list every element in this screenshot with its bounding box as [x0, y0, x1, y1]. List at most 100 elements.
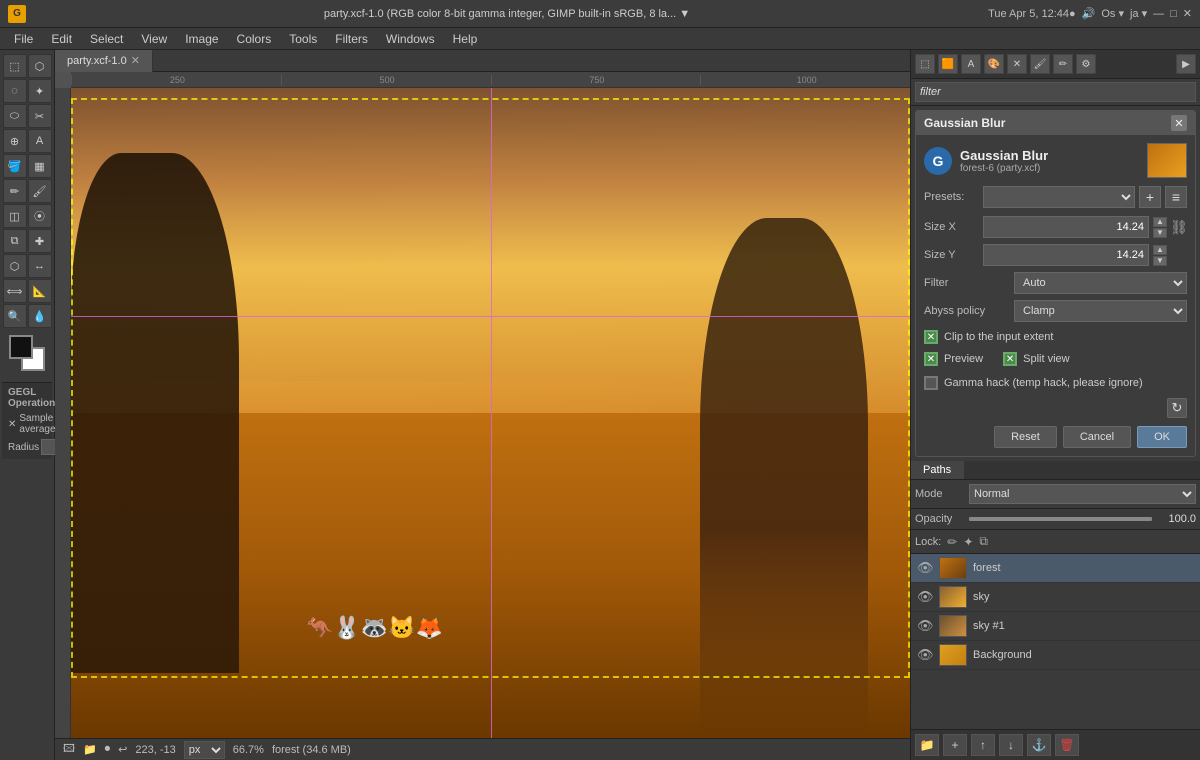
user-label[interactable]: ja ▾	[1130, 7, 1147, 20]
presets-select[interactable]	[983, 186, 1135, 208]
size-x-down[interactable]: ▼	[1153, 228, 1167, 238]
strip-icon-5[interactable]: ✕	[1007, 54, 1027, 74]
tool-zoom[interactable]: 🔍	[3, 304, 27, 328]
tool-rect-select[interactable]: ⬚	[3, 54, 27, 78]
size-x-input[interactable]	[983, 216, 1149, 238]
tool-blend[interactable]: ▦	[28, 154, 52, 178]
refresh-button[interactable]: ↻	[1167, 398, 1187, 418]
strip-icon-6[interactable]: 🖌	[1030, 54, 1050, 74]
tool-flip[interactable]: ⟺	[3, 279, 27, 303]
layer-visibility-toggle[interactable]: 👁	[917, 618, 933, 634]
tool-eraser[interactable]: ◫	[3, 204, 27, 228]
reset-button[interactable]: Reset	[994, 426, 1057, 448]
size-chain[interactable]: ⛓	[1171, 219, 1187, 236]
menu-help[interactable]: Help	[445, 30, 486, 48]
tool-bucket-fill[interactable]: 🪣	[3, 154, 27, 178]
size-x-up[interactable]: ▲	[1153, 217, 1167, 227]
opacity-slider[interactable]	[969, 517, 1152, 521]
menu-image[interactable]: Image	[177, 30, 226, 48]
canvas-scroll-area[interactable]: 🦘🐰🦝🐱🦊	[71, 88, 910, 738]
lock-position-icon[interactable]: ✦	[963, 535, 973, 549]
tool-clone[interactable]: ⧉	[3, 229, 27, 253]
maximize-button[interactable]: □	[1170, 8, 1177, 20]
tool-colorpicker[interactable]: 💧	[28, 304, 52, 328]
presets-menu-button[interactable]: ≡	[1165, 186, 1187, 208]
menu-file[interactable]: File	[6, 30, 41, 48]
layer-visibility-toggle[interactable]: 👁	[917, 560, 933, 576]
os-label[interactable]: Os ▾	[1101, 7, 1124, 20]
presets-add-button[interactable]: +	[1139, 186, 1161, 208]
lock-pixels-icon[interactable]: ✏	[947, 535, 957, 549]
tool-perspective[interactable]: ⬡	[3, 254, 27, 278]
tool-fuzzy-select[interactable]: ✦	[28, 79, 52, 103]
canvas-tab[interactable]: party.xcf-1.0 ✕	[55, 50, 153, 72]
tool-transform[interactable]: ↔	[28, 254, 52, 278]
volume-icon[interactable]: 🔊	[1082, 7, 1096, 20]
menu-tools[interactable]: Tools	[281, 30, 325, 48]
abyss-select[interactable]: Clamp Loop	[1014, 300, 1187, 322]
layer-visibility-toggle[interactable]: 👁	[917, 647, 933, 663]
layer-item[interactable]: 👁 sky	[911, 583, 1200, 612]
nav-icon-2[interactable]: 📁	[83, 743, 97, 756]
tool-airbrush[interactable]: ⦿	[28, 204, 52, 228]
ok-button[interactable]: OK	[1137, 426, 1187, 448]
strip-icon-3[interactable]: A	[961, 54, 981, 74]
anchor-layer-button[interactable]: ⚓	[1027, 734, 1051, 756]
minimize-button[interactable]: —	[1153, 8, 1164, 20]
canvas-tab-close[interactable]: ✕	[131, 54, 140, 67]
dialog-close-button[interactable]: ✕	[1171, 115, 1187, 131]
nav-icon-3[interactable]: ⏺	[105, 743, 111, 756]
menu-colors[interactable]: Colors	[229, 30, 280, 48]
menu-windows[interactable]: Windows	[378, 30, 443, 48]
strip-icon-2[interactable]: 🟧	[938, 54, 958, 74]
gamma-checkbox[interactable]	[924, 376, 938, 390]
size-y-up[interactable]: ▲	[1153, 245, 1167, 255]
size-y-input[interactable]	[983, 244, 1149, 266]
unit-select[interactable]: px mm	[184, 741, 225, 759]
close-button[interactable]: ✕	[1183, 7, 1192, 20]
layer-visibility-toggle[interactable]: 👁	[917, 589, 933, 605]
new-layer-button[interactable]: +	[943, 734, 967, 756]
strip-icon-1[interactable]: ⬚	[915, 54, 935, 74]
layer-item[interactable]: 👁 Background	[911, 641, 1200, 670]
move-layer-up-button[interactable]: ↑	[971, 734, 995, 756]
layer-item[interactable]: 👁 forest	[911, 554, 1200, 583]
tool-ellipse-select[interactable]: ⬡	[28, 54, 52, 78]
lock-alpha-icon[interactable]: ⧉	[979, 534, 988, 549]
tool-heal[interactable]: ✚	[28, 229, 52, 253]
size-y-down[interactable]: ▼	[1153, 256, 1167, 266]
menu-bar: File Edit Select View Image Colors Tools…	[0, 28, 1200, 50]
tool-paths[interactable]: ⊕	[3, 129, 27, 153]
tool-measure[interactable]: 📐	[28, 279, 52, 303]
strip-icon-8[interactable]: ⚙	[1076, 54, 1096, 74]
tool-free-select[interactable]: ◌	[3, 79, 27, 103]
menu-edit[interactable]: Edit	[43, 30, 80, 48]
tool-select-color[interactable]: ⬭	[3, 104, 27, 128]
sample-avg-row[interactable]: ✕ Sample average	[4, 411, 50, 437]
foreground-color[interactable]	[9, 335, 33, 359]
layer-item[interactable]: 👁 sky #1	[911, 612, 1200, 641]
strip-icon-4[interactable]: 🎨	[984, 54, 1004, 74]
split-view-checkbox[interactable]: ✕	[1003, 352, 1017, 366]
mode-select[interactable]: Normal Multiply Screen	[969, 484, 1196, 504]
panel-arrow[interactable]: ▶	[1176, 54, 1196, 74]
nav-icon-1[interactable]: 🖾	[63, 740, 75, 759]
tool-pencil[interactable]: ✏	[3, 179, 27, 203]
menu-filters[interactable]: Filters	[327, 30, 376, 48]
tool-text[interactable]: A	[28, 129, 52, 153]
nav-icon-4[interactable]: ↩	[118, 743, 127, 756]
filter-search-input[interactable]	[915, 82, 1196, 102]
clip-checkbox[interactable]: ✕	[924, 330, 938, 344]
tab-paths[interactable]: Paths	[911, 461, 964, 479]
menu-select[interactable]: Select	[82, 30, 131, 48]
preview-checkbox[interactable]: ✕	[924, 352, 938, 366]
filter-select[interactable]: Auto Linear	[1014, 272, 1187, 294]
cancel-button[interactable]: Cancel	[1063, 426, 1131, 448]
strip-icon-7[interactable]: ✏	[1053, 54, 1073, 74]
menu-view[interactable]: View	[133, 30, 175, 48]
new-layer-group-button[interactable]: 📁	[915, 734, 939, 756]
delete-layer-button[interactable]: 🗑	[1055, 734, 1079, 756]
move-layer-down-button[interactable]: ↓	[999, 734, 1023, 756]
tool-scissors[interactable]: ✂	[28, 104, 52, 128]
tool-paintbrush[interactable]: 🖌	[28, 179, 52, 203]
